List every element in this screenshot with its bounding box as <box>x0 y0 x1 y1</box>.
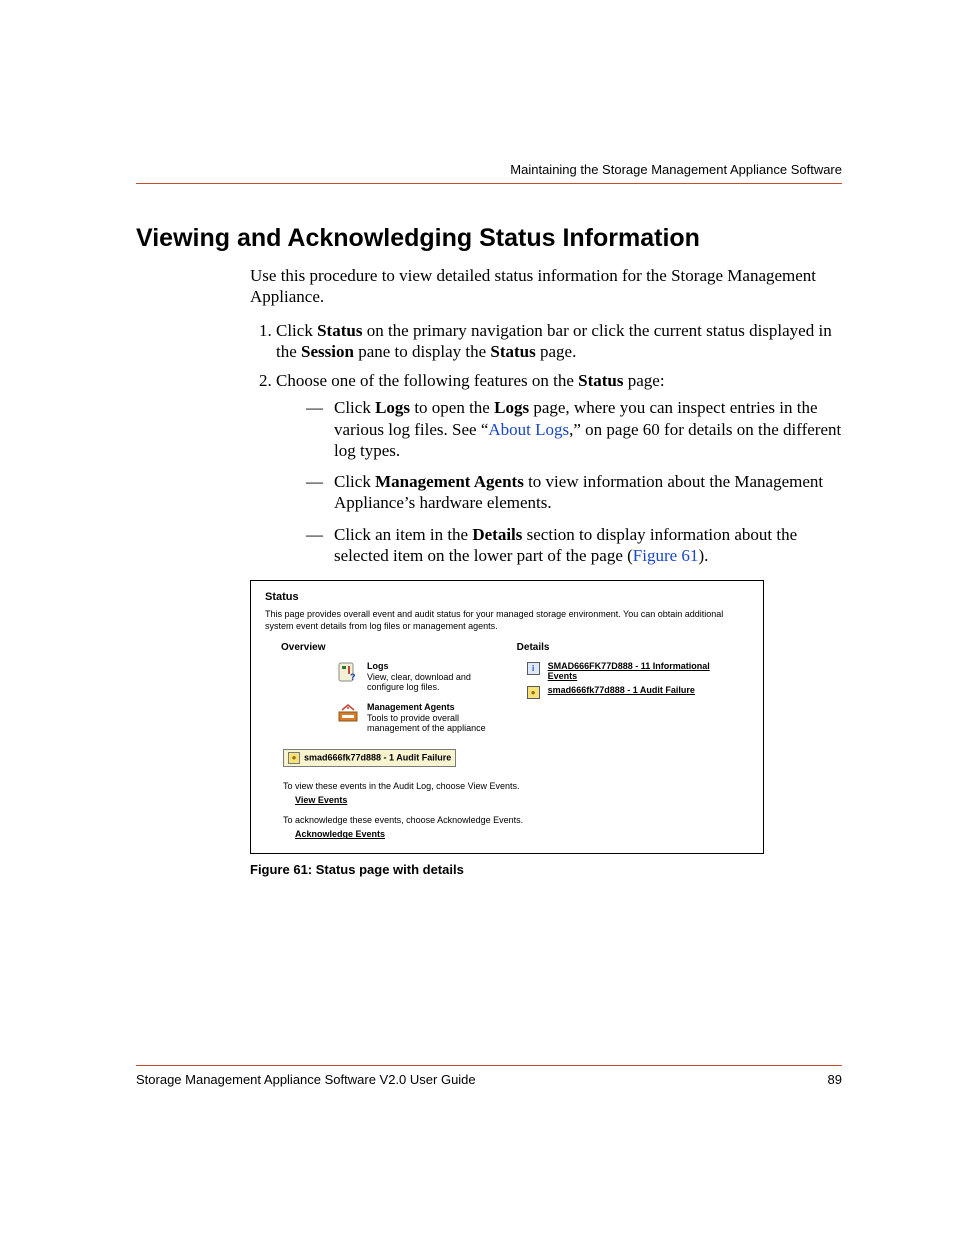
steps-list: Click Status on the primary navigation b… <box>250 320 842 567</box>
logs-label: Logs <box>367 661 497 671</box>
section-title: Viewing and Acknowledging Status Informa… <box>136 224 842 253</box>
selected-text: smad666fk77d888 - 1 Audit Failure <box>304 753 451 763</box>
page-footer: Storage Management Appliance Software V2… <box>136 1065 842 1087</box>
svg-text:?: ? <box>350 672 356 682</box>
bullet-details: Click an item in the Details section to … <box>306 524 842 567</box>
figure-61: Status This page provides overall event … <box>250 580 842 877</box>
acknowledge-events-link[interactable]: Acknowledge Events <box>295 829 749 839</box>
view-events-link[interactable]: View Events <box>295 795 749 805</box>
ack-events-text: To acknowledge these events, choose Ackn… <box>283 815 749 825</box>
detail-warn-row[interactable]: ● smad666fk77d888 - 1 Audit Failure <box>517 685 749 699</box>
sub-bullets: Click Logs to open the Logs page, where … <box>306 397 842 566</box>
details-heading: Details <box>517 642 749 653</box>
warn-icon: ● <box>527 686 540 699</box>
info-icon: i <box>527 662 540 675</box>
footer-page-number: 89 <box>828 1072 842 1087</box>
footer-doc-title: Storage Management Appliance Software V2… <box>136 1072 476 1087</box>
figure-61-link[interactable]: Figure 61 <box>633 546 699 565</box>
figure-caption: Figure 61: Status page with details <box>250 862 842 877</box>
status-keyword: Status <box>317 321 362 340</box>
running-header: Maintaining the Storage Management Appli… <box>136 162 842 184</box>
step-2: Choose one of the following features on … <box>276 370 842 566</box>
step-1: Click Status on the primary navigation b… <box>276 320 842 363</box>
logs-desc: View, clear, download and configure log … <box>367 672 471 692</box>
warn-icon: ● <box>288 752 300 764</box>
session-keyword: Session <box>301 342 354 361</box>
about-logs-link[interactable]: About Logs <box>488 420 569 439</box>
status-description: This page provides overall event and aud… <box>265 609 749 632</box>
agents-desc: Tools to provide overall management of t… <box>367 713 486 733</box>
selected-detail-bar: ● smad666fk77d888 - 1 Audit Failure <box>283 749 456 767</box>
detail-warn-text: smad666fk77d888 - 1 Audit Failure <box>548 685 695 695</box>
status-page-screenshot: Status This page provides overall event … <box>250 580 764 854</box>
detail-info-text: SMAD666FK77D888 - 11 Informational Event… <box>548 661 718 681</box>
bullet-agents: Click Management Agents to view informat… <box>306 471 842 514</box>
overview-heading: Overview <box>281 642 517 653</box>
bullet-logs: Click Logs to open the Logs page, where … <box>306 397 842 461</box>
agents-label: Management Agents <box>367 702 497 712</box>
logs-icon: ? <box>337 661 359 683</box>
view-events-text: To view these events in the Audit Log, c… <box>283 781 749 791</box>
logs-item[interactable]: ? LogsView, clear, download and configur… <box>281 661 517 692</box>
agents-icon <box>337 702 359 724</box>
status-heading: Status <box>265 591 749 603</box>
intro-paragraph: Use this procedure to view detailed stat… <box>250 265 842 308</box>
agents-item[interactable]: Management AgentsTools to provide overal… <box>281 702 517 733</box>
detail-info-row[interactable]: i SMAD666FK77D888 - 11 Informational Eve… <box>517 661 749 681</box>
